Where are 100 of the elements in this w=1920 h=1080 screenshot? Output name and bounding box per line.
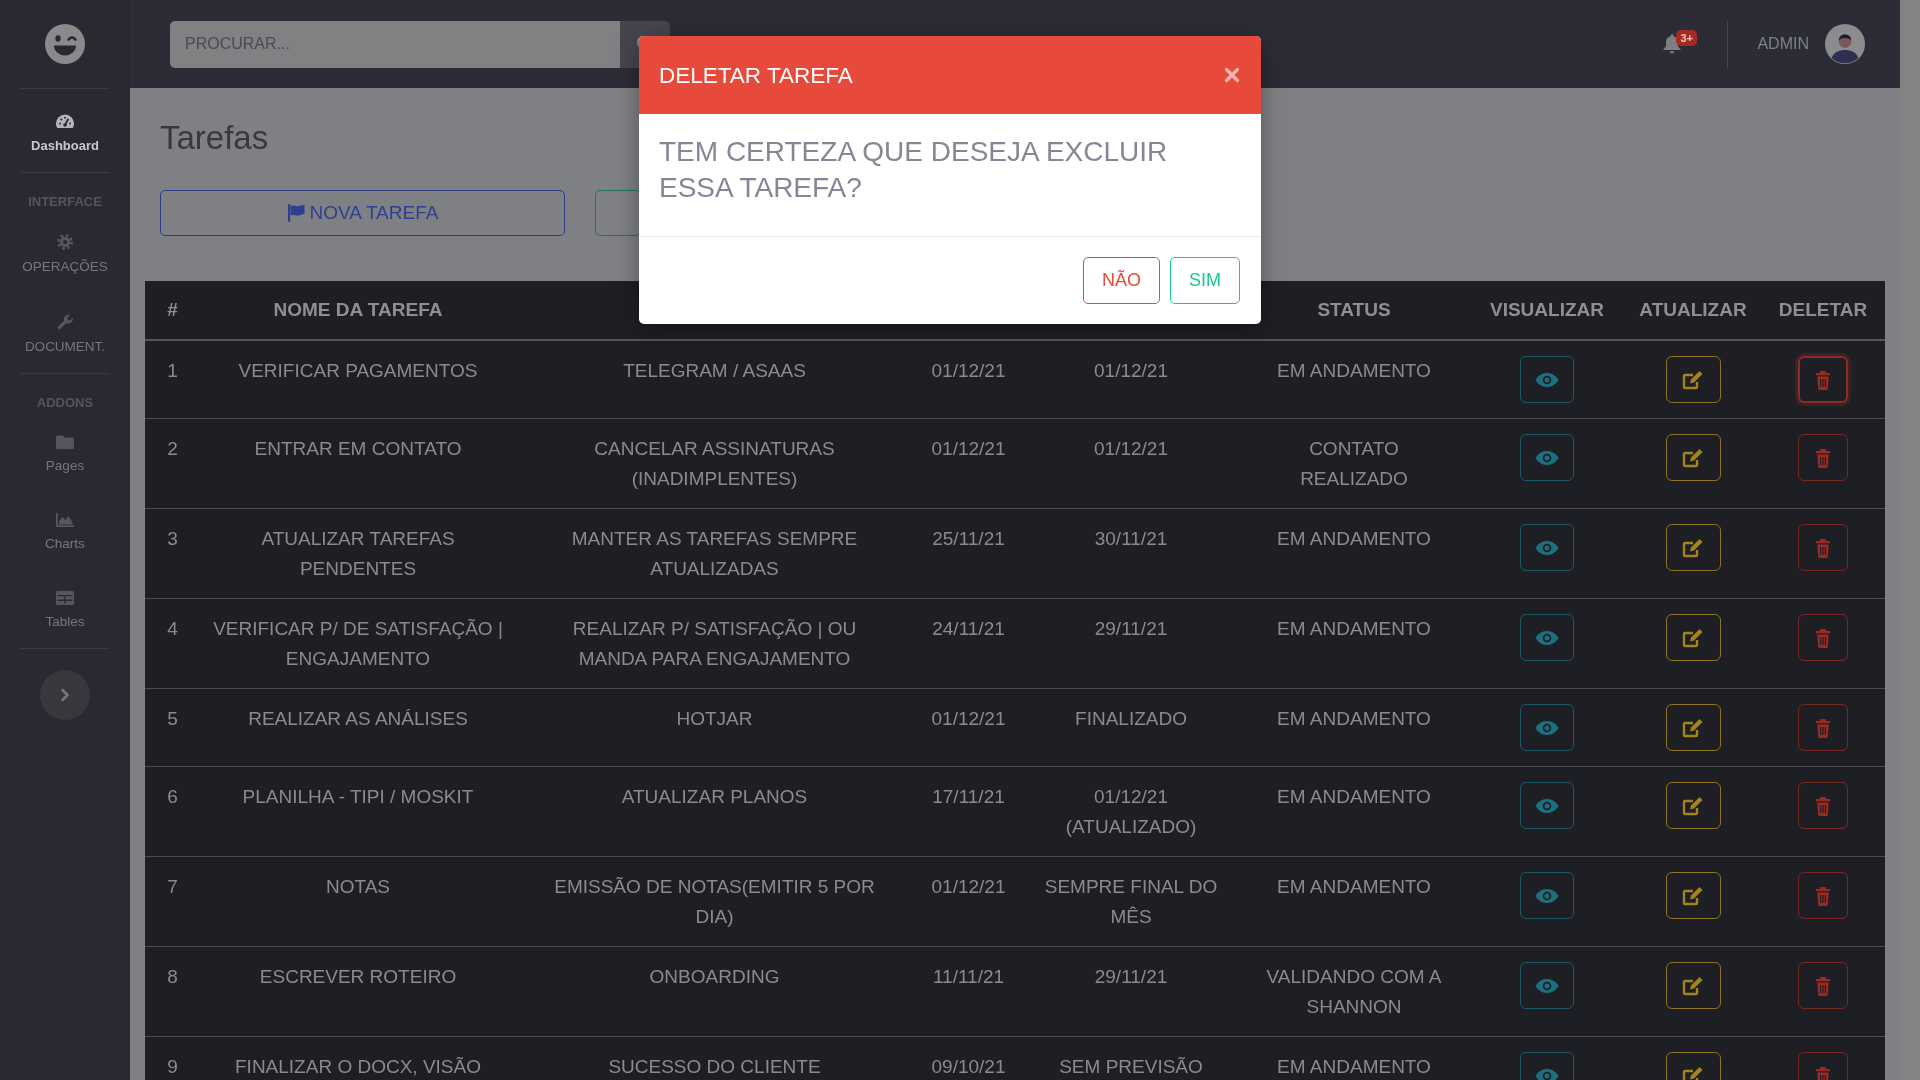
table-cell: VERIFICAR PAGAMENTOS [200, 340, 516, 419]
table-cell: 01/12/21 (ATUALIZADO) [1023, 766, 1239, 857]
eye-icon [1535, 539, 1559, 556]
table-cell: EMISSÃO DE NOTAS(EMITIR 5 POR DIA) [516, 856, 914, 947]
edit-button[interactable] [1665, 872, 1721, 919]
trash-icon [1815, 537, 1831, 558]
edit-button[interactable] [1665, 434, 1721, 481]
table-cell: CANCELAR ASSINATURAS (INADIMPLENTES) [516, 418, 914, 509]
sidebar-item[interactable]: Dashboard [0, 101, 130, 166]
table-cell: 01/12/21 [914, 418, 1023, 509]
eye-icon [1535, 629, 1559, 646]
scrollbar-track[interactable] [1900, 0, 1920, 1080]
gauge-icon [55, 113, 75, 129]
close-button[interactable] [1224, 67, 1240, 83]
column-header: ATUALIZAR [1625, 281, 1761, 340]
view-button[interactable] [1520, 614, 1574, 661]
edit-icon [1682, 884, 1704, 907]
table-cell: REALIZAR AS ANÁLISES [200, 688, 516, 767]
eye-icon [1535, 887, 1559, 904]
flag-icon [286, 204, 305, 222]
delete-button[interactable] [1798, 704, 1848, 751]
view-button[interactable] [1520, 962, 1574, 1009]
eye-icon [1535, 449, 1559, 466]
column-header: # [145, 281, 200, 340]
sidebar-item[interactable]: DOCUMENT. [0, 302, 130, 367]
edit-icon [1682, 716, 1704, 739]
table-cell: 01/12/21 [1023, 340, 1239, 419]
delete-button[interactable] [1798, 524, 1848, 571]
view-button[interactable] [1520, 356, 1574, 403]
table-cell: PLANILHA - TIPI / MOSKIT [200, 766, 516, 857]
edit-icon [1682, 368, 1704, 391]
column-header: VISUALIZAR [1469, 281, 1625, 340]
table-cell: 1 [145, 340, 200, 419]
delete-button[interactable] [1798, 782, 1848, 829]
winking-face-icon [45, 24, 85, 64]
view-button[interactable] [1520, 524, 1574, 571]
table-cell: 9 [145, 1036, 200, 1080]
table-cell: 4 [145, 598, 200, 689]
table-cell: SUCESSO DO CLIENTE [516, 1036, 914, 1080]
user-menu[interactable]: ADMIN [1757, 24, 1865, 64]
table-cell: 2 [145, 418, 200, 509]
notification-count: 3+ [1676, 30, 1697, 46]
delete-button[interactable] [1798, 872, 1848, 919]
edit-button[interactable] [1665, 356, 1721, 403]
table-cell: 29/11/21 [1023, 946, 1239, 1037]
dialog-title: DELETAR TAREFA [659, 61, 853, 89]
table-cell: 30/11/21 [1023, 508, 1239, 599]
table-icon [56, 591, 74, 605]
table-cell: 8 [145, 946, 200, 1037]
edit-button[interactable] [1665, 704, 1721, 751]
view-button[interactable] [1520, 704, 1574, 751]
edit-button[interactable] [1665, 524, 1721, 571]
table-cell: EM ANDAMENTO [1239, 340, 1469, 419]
yes-button[interactable]: SIM [1170, 257, 1240, 304]
folder-icon [56, 435, 74, 449]
notifications-button[interactable]: 3+ [1663, 30, 1698, 54]
sidebar-toggle-button[interactable] [40, 670, 90, 720]
view-button[interactable] [1520, 872, 1574, 919]
table-cell: NOTAS [200, 856, 516, 947]
table-cell: 11/11/21 [914, 946, 1023, 1037]
dialog-message: TEM CERTEZA QUE DESEJA EXCLUIR ESSA TAREFA? [659, 135, 1169, 205]
trash-icon [1815, 975, 1831, 996]
table-cell: 29/11/21 [1023, 598, 1239, 689]
trash-icon [1815, 369, 1831, 390]
delete-button[interactable] [1798, 434, 1848, 481]
edit-button[interactable] [1665, 962, 1721, 1009]
delete-button[interactable] [1798, 356, 1848, 403]
sidebar-item[interactable]: OPERAÇÕES [0, 222, 130, 287]
sidebar-item[interactable]: Pages [0, 423, 130, 486]
no-button[interactable]: NÃO [1082, 257, 1160, 304]
sidebar-item[interactable]: Tables [0, 579, 130, 642]
table-cell: EM ANDAMENTO [1239, 766, 1469, 857]
trash-icon [1815, 795, 1831, 816]
edit-icon [1682, 536, 1704, 559]
table-cell: HOTJAR [516, 688, 914, 767]
edit-button[interactable] [1665, 614, 1721, 661]
view-button[interactable] [1520, 434, 1574, 481]
table-cell: FINALIZAR O DOCX, VISÃO [200, 1036, 516, 1080]
eye-icon [1535, 797, 1559, 814]
new-task-button[interactable]: NOVA TAREFA [160, 190, 565, 236]
table-cell: EM ANDAMENTO [1239, 688, 1469, 767]
view-button[interactable] [1520, 782, 1574, 829]
table-cell: 5 [145, 688, 200, 767]
avatar-icon [1825, 24, 1865, 64]
table-cell: 01/12/21 [914, 340, 1023, 419]
edit-button[interactable] [1665, 782, 1721, 829]
table-cell: CONTATO REALIZADO [1239, 418, 1469, 509]
eye-icon [1535, 977, 1559, 994]
table-cell: EM ANDAMENTO [1239, 598, 1469, 689]
delete-button[interactable] [1798, 962, 1848, 1009]
table-cell: ONBOARDING [516, 946, 914, 1037]
sidebar-item[interactable]: Charts [0, 501, 130, 564]
trash-icon [1815, 447, 1831, 468]
edit-icon [1682, 446, 1704, 469]
trash-icon [1815, 627, 1831, 648]
table-cell: 25/11/21 [914, 508, 1023, 599]
table-cell: REALIZAR P/ SATISFAÇÃO | OU MANDA PARA ENGAJAMENTO [516, 598, 914, 689]
delete-button[interactable] [1798, 614, 1848, 661]
close-icon [1224, 67, 1240, 83]
table-cell: VALIDANDO COM A SHANNON [1239, 946, 1469, 1037]
